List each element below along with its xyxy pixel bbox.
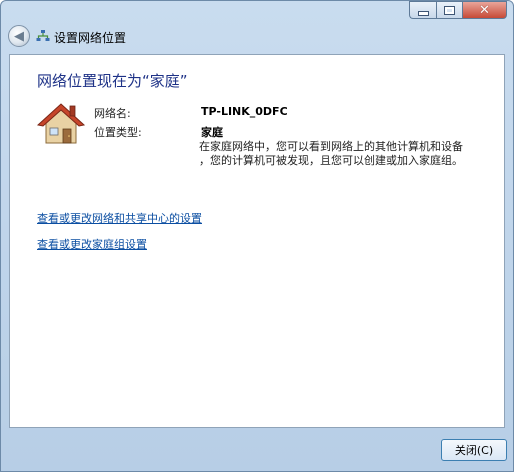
network-name-value: TP-LINK_0DFC <box>201 105 288 118</box>
page-title: 网络位置现在为“家庭” <box>37 72 188 90</box>
dialog-window: ✕ ◀ 设置网络位置 网络位置现在为“家庭” 网络名: TP-LINK_0DFC… <box>0 0 514 472</box>
content-panel: 网络位置现在为“家庭” 网络名: TP-LINK_0DFC 位置类型: 家庭 在… <box>9 54 505 428</box>
close-button[interactable]: 关闭(C) <box>441 439 507 461</box>
dialog-footer: 关闭(C) <box>9 429 507 469</box>
minimize-button[interactable] <box>409 1 436 19</box>
close-icon: ✕ <box>479 2 490 18</box>
caption-buttons: ✕ <box>409 1 507 20</box>
homegroup-settings-link[interactable]: 查看或更改家庭组设置 <box>37 236 147 252</box>
minimize-icon <box>417 10 429 16</box>
maximize-icon <box>444 5 455 15</box>
location-type-label: 位置类型: <box>94 126 142 139</box>
description-line: ，您的计算机可被发现，且您可以创建或加入家庭组。 <box>199 154 463 167</box>
location-type-value: 家庭 <box>201 126 223 139</box>
network-sharing-center-link[interactable]: 查看或更改网络和共享中心的设置 <box>37 210 202 226</box>
back-button[interactable]: ◀ <box>8 25 30 47</box>
window-close-button[interactable]: ✕ <box>462 1 507 19</box>
window-title: 设置网络位置 <box>54 31 127 45</box>
network-name-label: 网络名: <box>94 107 131 120</box>
network-icon <box>36 30 50 41</box>
maximize-button[interactable] <box>436 1 462 19</box>
title-bar: ✕ ◀ 设置网络位置 <box>1 1 513 53</box>
location-description: 在家庭网络中，您可以看到网络上的其他计算机和设备 ，您的计算机可被发现，且您可以… <box>199 140 489 168</box>
description-line: 在家庭网络中，您可以看到网络上的其他计算机和设备 <box>199 140 463 153</box>
back-arrow-icon: ◀ <box>14 28 24 44</box>
home-icon <box>36 103 86 144</box>
